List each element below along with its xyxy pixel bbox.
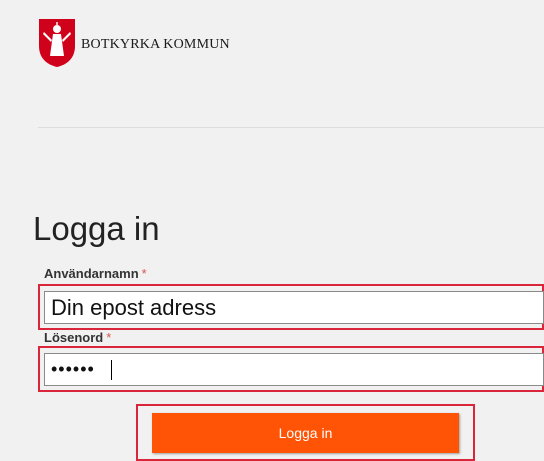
botkyrka-logo-icon bbox=[39, 19, 75, 67]
password-label: Lösenord * bbox=[44, 330, 111, 345]
required-mark: * bbox=[141, 266, 147, 281]
page-title: Logga in bbox=[33, 210, 160, 247]
username-label-text: Användarnamn bbox=[44, 266, 139, 281]
login-button[interactable]: Logga in bbox=[152, 413, 459, 453]
header-divider bbox=[38, 127, 544, 128]
password-label-text: Lösenord bbox=[44, 330, 104, 345]
password-input[interactable] bbox=[44, 353, 544, 386]
brand-name: BOTKYRKA KOMMUN bbox=[81, 37, 230, 52]
text-caret bbox=[111, 360, 112, 380]
username-label: Användarnamn * bbox=[44, 266, 147, 281]
username-input[interactable] bbox=[44, 291, 544, 324]
required-mark: * bbox=[106, 330, 112, 345]
